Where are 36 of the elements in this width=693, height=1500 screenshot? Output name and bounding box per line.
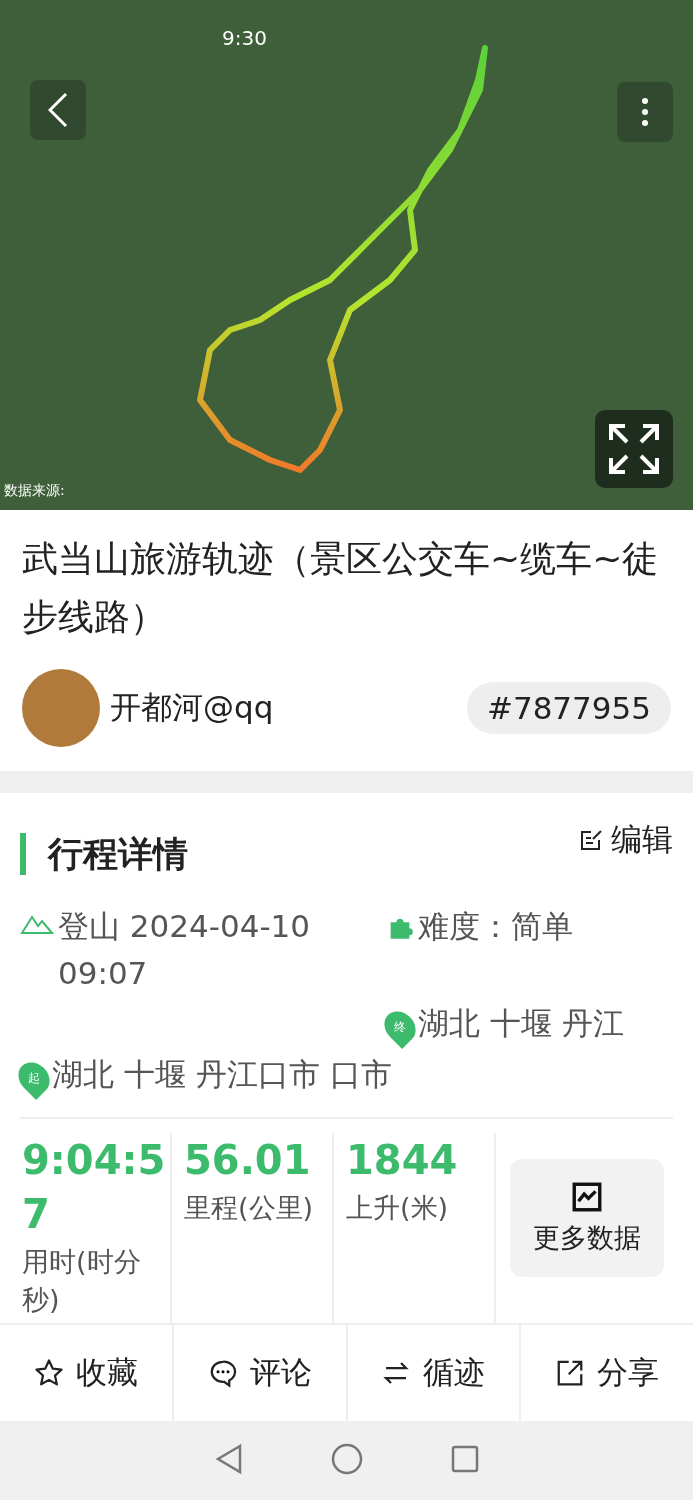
back-button[interactable] <box>30 80 86 140</box>
more-options-button[interactable] <box>617 82 673 142</box>
pin-label: 起 <box>28 1069 40 1087</box>
satellite-map[interactable]: 9:30 数据来源: <box>0 0 693 510</box>
pin-label: 终 <box>394 1019 406 1037</box>
stat-value: 9:04:57 <box>22 1136 167 1240</box>
vertical-dots-icon <box>641 97 649 127</box>
expand-arrows-icon <box>607 422 661 476</box>
stat-label: 里程(公里) <box>184 1191 315 1226</box>
action-button[interactable]: 循迹 <box>347 1325 522 1422</box>
edit-button[interactable]: 编辑 <box>579 819 673 862</box>
stat-label: 上升(米) <box>346 1191 450 1226</box>
status-time: 9:30 <box>222 26 267 50</box>
chevron-left-icon <box>48 92 68 128</box>
fullscreen-button[interactable] <box>595 410 673 488</box>
back-nav-icon[interactable] <box>213 1442 244 1475</box>
edit-icon <box>579 828 603 853</box>
stat-label: 用时(时分秒) <box>22 1245 142 1317</box>
map-attribution: 数据来源: <box>4 482 65 500</box>
trip-info-text: 登山 2024-04-10 09:07 <box>58 907 311 993</box>
action-button[interactable]: 评论 <box>173 1325 348 1422</box>
author-name[interactable]: 开都河@qq <box>110 687 457 730</box>
trip-info-text: 湖北 十堰 丹江 <box>418 1004 624 1044</box>
action-button[interactable]: 收藏 <box>0 1325 174 1422</box>
trip-info-text: 湖北 十堰 丹江口市 口市 <box>52 1054 392 1094</box>
action-button[interactable]: 分享 <box>521 1325 693 1422</box>
home-nav-icon[interactable] <box>331 1442 364 1475</box>
stat-value: 56.01 <box>184 1136 312 1186</box>
route-title: 武当山旅游轨迹（景区公交车~缆车~徒步线路） <box>22 537 660 639</box>
recents-nav-icon[interactable] <box>451 1444 480 1473</box>
mountain-icon <box>20 913 54 936</box>
track-id-tag: #7877955 <box>466 682 671 735</box>
trip-info-text: 难度：简单 <box>418 907 573 947</box>
stat-value: 1844 <box>346 1136 459 1186</box>
section-heading: 行程详情 <box>20 833 188 876</box>
more-data-button[interactable]: 更多数据 <box>510 1159 664 1278</box>
